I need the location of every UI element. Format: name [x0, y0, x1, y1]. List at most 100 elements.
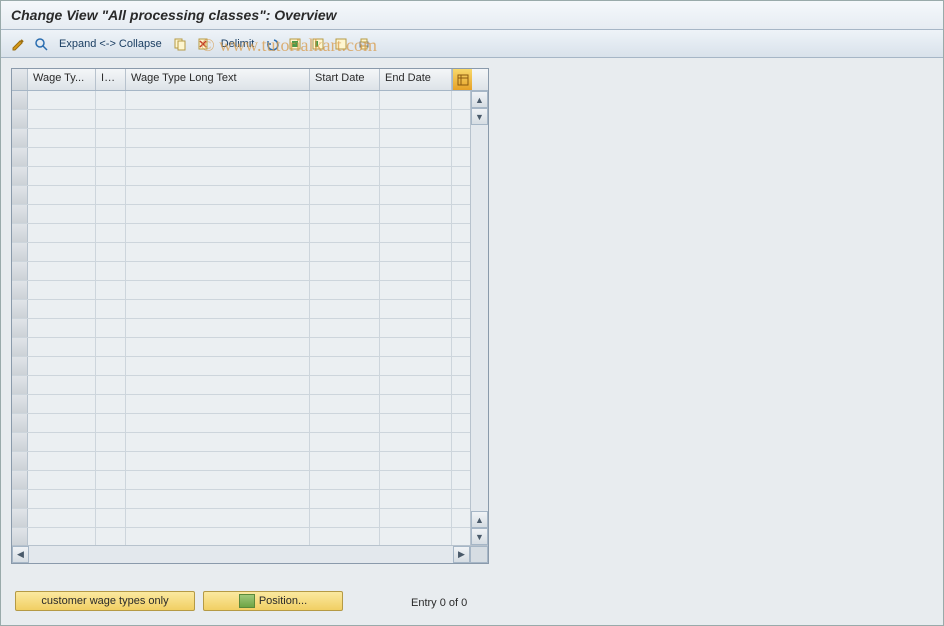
cell-long-text[interactable]: [126, 433, 310, 451]
cell-long-text[interactable]: [126, 91, 310, 109]
row-selector[interactable]: [12, 414, 28, 432]
cell-wage-type[interactable]: [28, 281, 96, 299]
scroll-right-icon[interactable]: ▶: [453, 546, 470, 563]
cell-end-date[interactable]: [380, 281, 452, 299]
cell-info[interactable]: [96, 186, 126, 204]
row-selector[interactable]: [12, 129, 28, 147]
table-row[interactable]: [12, 338, 470, 357]
delete-icon[interactable]: [194, 35, 212, 53]
deselect-all-icon[interactable]: [332, 35, 350, 53]
row-selector[interactable]: [12, 433, 28, 451]
table-row[interactable]: [12, 490, 470, 509]
row-selector[interactable]: [12, 452, 28, 470]
cell-long-text[interactable]: [126, 490, 310, 508]
cell-end-date[interactable]: [380, 452, 452, 470]
cell-wage-type[interactable]: [28, 452, 96, 470]
cell-end-date[interactable]: [380, 262, 452, 280]
cell-info[interactable]: [96, 490, 126, 508]
cell-start-date[interactable]: [310, 319, 380, 337]
table-row[interactable]: [12, 395, 470, 414]
select-all-icon[interactable]: [286, 35, 304, 53]
cell-info[interactable]: [96, 528, 126, 545]
row-selector[interactable]: [12, 376, 28, 394]
cell-long-text[interactable]: [126, 319, 310, 337]
cell-info[interactable]: [96, 357, 126, 375]
cell-wage-type[interactable]: [28, 357, 96, 375]
cell-info[interactable]: [96, 281, 126, 299]
row-selector[interactable]: [12, 205, 28, 223]
table-row[interactable]: [12, 414, 470, 433]
table-row[interactable]: [12, 262, 470, 281]
table-row[interactable]: [12, 319, 470, 338]
cell-long-text[interactable]: [126, 129, 310, 147]
table-row[interactable]: [12, 243, 470, 262]
cell-start-date[interactable]: [310, 300, 380, 318]
customer-wage-types-button[interactable]: customer wage types only: [15, 591, 195, 611]
cell-wage-type[interactable]: [28, 262, 96, 280]
table-row[interactable]: [12, 129, 470, 148]
cell-end-date[interactable]: [380, 205, 452, 223]
cell-end-date[interactable]: [380, 509, 452, 527]
cell-start-date[interactable]: [310, 376, 380, 394]
cell-info[interactable]: [96, 395, 126, 413]
cell-wage-type[interactable]: [28, 509, 96, 527]
cell-end-date[interactable]: [380, 528, 452, 545]
row-selector[interactable]: [12, 148, 28, 166]
scroll-left-icon[interactable]: ◀: [12, 546, 29, 563]
cell-start-date[interactable]: [310, 471, 380, 489]
cell-start-date[interactable]: [310, 452, 380, 470]
cell-end-date[interactable]: [380, 300, 452, 318]
cell-start-date[interactable]: [310, 357, 380, 375]
row-selector[interactable]: [12, 338, 28, 356]
cell-wage-type[interactable]: [28, 91, 96, 109]
cell-start-date[interactable]: [310, 281, 380, 299]
delimit-button[interactable]: Delimit: [217, 38, 259, 50]
cell-info[interactable]: [96, 110, 126, 128]
table-row[interactable]: [12, 110, 470, 129]
cell-end-date[interactable]: [380, 224, 452, 242]
scroll-track[interactable]: [471, 125, 488, 511]
cell-info[interactable]: [96, 262, 126, 280]
cell-wage-type[interactable]: [28, 395, 96, 413]
cell-info[interactable]: [96, 129, 126, 147]
cell-end-date[interactable]: [380, 490, 452, 508]
cell-info[interactable]: [96, 509, 126, 527]
cell-info[interactable]: [96, 433, 126, 451]
cell-end-date[interactable]: [380, 243, 452, 261]
row-selector[interactable]: [12, 300, 28, 318]
scroll-up-icon[interactable]: ▲: [471, 91, 488, 108]
cell-wage-type[interactable]: [28, 490, 96, 508]
column-long-text[interactable]: Wage Type Long Text: [126, 69, 310, 90]
row-selector[interactable]: [12, 319, 28, 337]
cell-start-date[interactable]: [310, 490, 380, 508]
row-selector[interactable]: [12, 91, 28, 109]
cell-wage-type[interactable]: [28, 129, 96, 147]
cell-info[interactable]: [96, 91, 126, 109]
expand-collapse-button[interactable]: Expand <-> Collapse: [55, 38, 166, 50]
cell-wage-type[interactable]: [28, 433, 96, 451]
row-selector[interactable]: [12, 167, 28, 185]
cell-start-date[interactable]: [310, 186, 380, 204]
cell-wage-type[interactable]: [28, 167, 96, 185]
cell-info[interactable]: [96, 224, 126, 242]
scroll-down-icon[interactable]: ▼: [471, 108, 488, 125]
cell-long-text[interactable]: [126, 414, 310, 432]
cell-end-date[interactable]: [380, 319, 452, 337]
cell-end-date[interactable]: [380, 376, 452, 394]
cell-wage-type[interactable]: [28, 205, 96, 223]
cell-start-date[interactable]: [310, 395, 380, 413]
cell-wage-type[interactable]: [28, 224, 96, 242]
cell-long-text[interactable]: [126, 471, 310, 489]
cell-end-date[interactable]: [380, 186, 452, 204]
cell-start-date[interactable]: [310, 167, 380, 185]
cell-start-date[interactable]: [310, 338, 380, 356]
table-row[interactable]: [12, 528, 470, 545]
table-row[interactable]: [12, 433, 470, 452]
cell-wage-type[interactable]: [28, 338, 96, 356]
cell-start-date[interactable]: [310, 224, 380, 242]
row-selector[interactable]: [12, 110, 28, 128]
cell-start-date[interactable]: [310, 205, 380, 223]
table-row[interactable]: [12, 91, 470, 110]
cell-long-text[interactable]: [126, 186, 310, 204]
row-selector[interactable]: [12, 186, 28, 204]
